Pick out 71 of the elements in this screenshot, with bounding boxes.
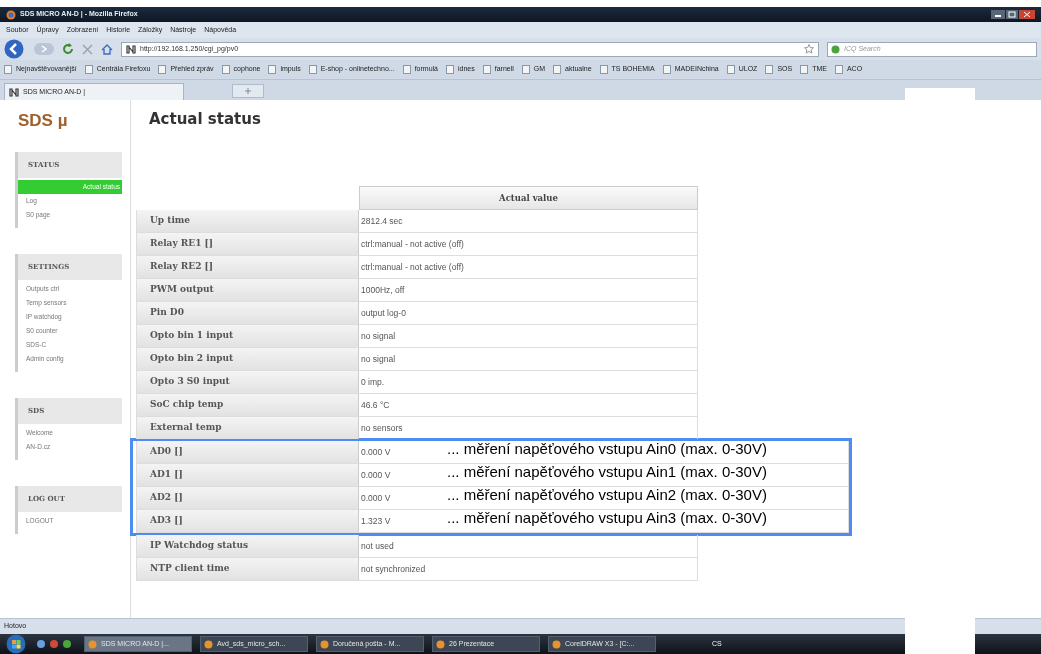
site-favicon-icon <box>126 44 136 54</box>
cell-value: 0.000 V <box>361 491 391 505</box>
cell-value: not synchronized <box>361 562 426 576</box>
bookmark-icon <box>446 65 454 74</box>
bookmark-icon <box>402 65 411 74</box>
cell-value: output log-0 <box>361 306 406 320</box>
row-label: NTP client time <box>136 558 359 580</box>
column-header: Actual value <box>359 186 698 210</box>
page-heading: Actual status <box>148 109 262 130</box>
window-controls-icon[interactable] <box>991 9 1035 20</box>
bookmark-icon <box>800 65 809 74</box>
row-label: PWM output <box>136 279 359 301</box>
row-label: Relay RE2 [] <box>136 256 359 278</box>
home-icon[interactable] <box>101 43 113 55</box>
app-icon <box>204 639 213 649</box>
app-icon <box>320 639 329 649</box>
row-label: Opto 3 S0 input <box>136 371 359 393</box>
bookmark-icon <box>268 65 277 74</box>
cell-value: 1000Hz, off <box>361 283 405 297</box>
row-label: SoC chip temp <box>136 394 359 416</box>
annotation-text: ... měření napěťového vstupu Ain2 (max. 0-30V) <box>447 487 767 504</box>
cell-value: no signal <box>361 329 396 343</box>
cell-value: 1.323 V <box>361 514 391 528</box>
cell-value: 0 imp. <box>361 375 385 389</box>
cell-value: 0.000 V <box>361 468 391 482</box>
browser-logo-icon <box>6 9 16 20</box>
cell-value: not used <box>361 539 394 553</box>
row-label: Relay RE1 [] <box>136 233 359 255</box>
cell-value: ctrl:manual - not active (off) <box>361 260 464 274</box>
bookmark-star-icon[interactable] <box>804 44 814 54</box>
back-button-icon[interactable] <box>4 39 26 59</box>
bookmark-icon <box>834 65 843 74</box>
cell-value: ctrl:manual - not active (off) <box>361 237 464 251</box>
annotation-text: ... měření napěťového vstupu Ain0 (max. 0-30V) <box>447 441 767 458</box>
cell-value: no sensors <box>361 421 403 435</box>
cell-value: 0.000 V <box>361 445 391 459</box>
cell-value: 2812.4 sec <box>361 214 403 228</box>
app-icon <box>552 639 561 649</box>
search-engine-icon <box>831 44 840 54</box>
bookmark-icon <box>221 65 230 74</box>
site-favicon-icon <box>9 87 19 97</box>
reload-icon[interactable] <box>62 43 74 55</box>
logo-text: SDS µ <box>17 110 69 132</box>
row-label: AD0 [] <box>136 441 359 463</box>
bookmark-icon <box>482 65 491 74</box>
bookmark-icon <box>84 65 93 74</box>
row-label: Up time <box>136 210 359 232</box>
row-label: AD2 [] <box>136 487 359 509</box>
cell-value: 46.6 °C <box>361 398 390 412</box>
start-button-icon[interactable] <box>4 634 28 654</box>
row-label: AD1 [] <box>136 464 359 486</box>
row-label: Pin D0 <box>136 302 359 324</box>
row-label: Opto bin 1 input <box>136 325 359 347</box>
annotation-text: ... měření napěťového vstupu Ain3 (max. 0-30V) <box>447 510 767 527</box>
bookmark-icon <box>4 65 12 74</box>
annotation-text: ... měření napěťového vstupu Ain1 (max. 0-30V) <box>447 464 767 481</box>
row-label: External temp <box>136 417 359 439</box>
row-label: Opto bin 2 input <box>136 348 359 370</box>
bookmark-icon <box>553 65 562 74</box>
app-icon <box>436 639 445 649</box>
bookmark-icon <box>662 65 671 74</box>
bookmark-icon <box>765 65 774 74</box>
row-label: AD3 [] <box>136 510 359 532</box>
bookmark-icon <box>726 65 735 74</box>
bookmark-icon <box>158 65 167 74</box>
bookmark-icon <box>521 65 530 74</box>
bookmark-icon <box>599 65 608 74</box>
bookmark-icon <box>308 65 317 74</box>
cell-value: no signal <box>361 352 396 366</box>
row-label: IP Watchdog status <box>136 535 359 557</box>
app-icon <box>88 639 97 649</box>
